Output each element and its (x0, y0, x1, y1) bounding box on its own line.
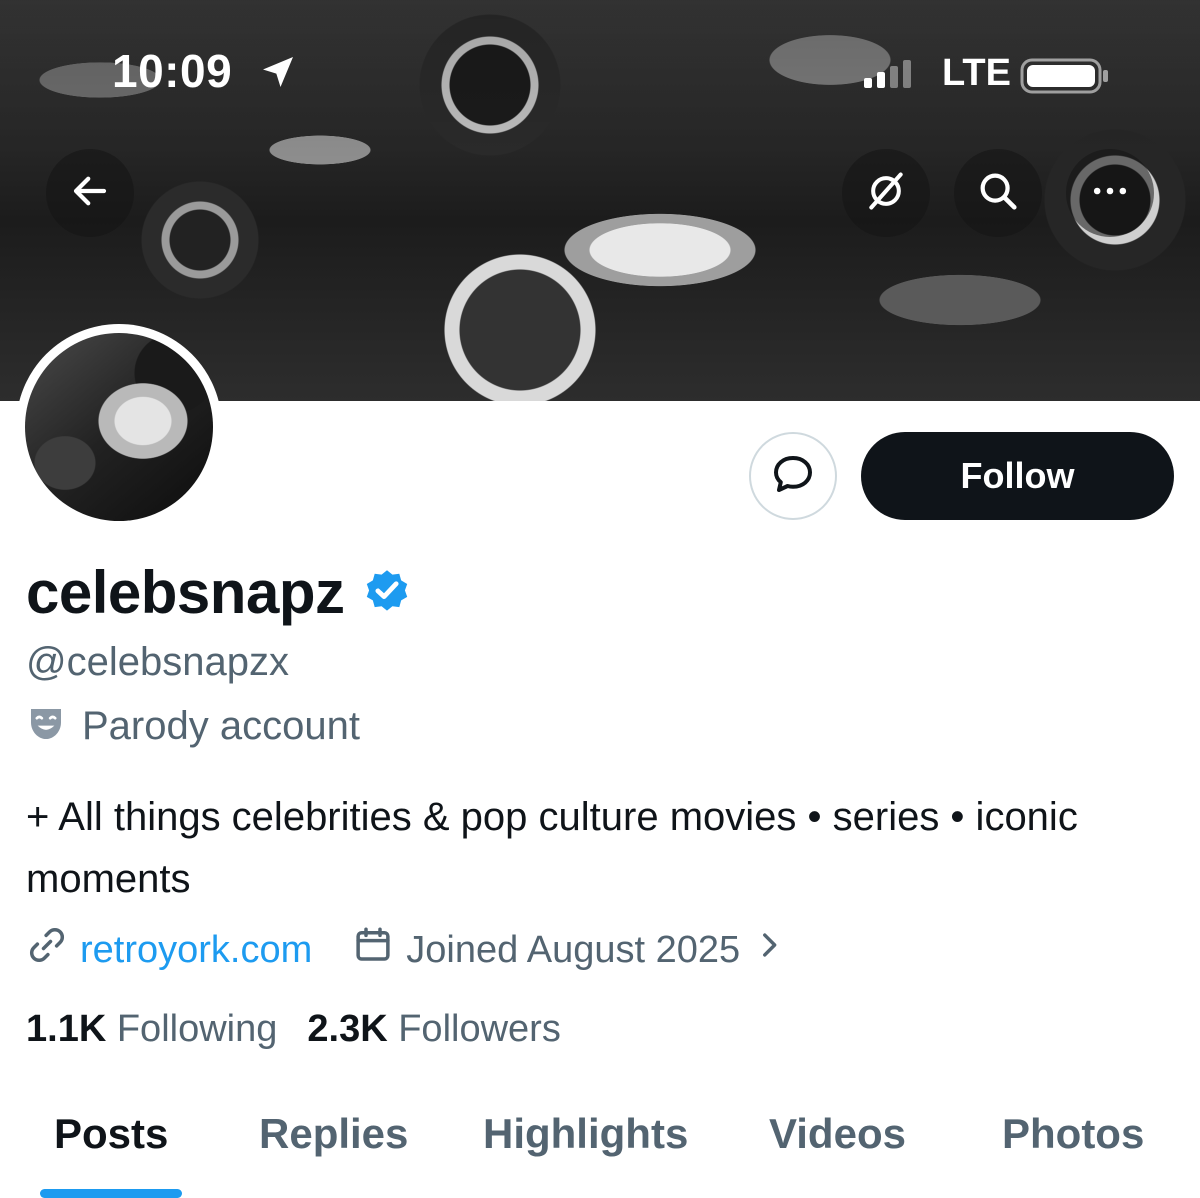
joined-date: Joined August 2025 (406, 928, 741, 971)
grok-icon (864, 169, 908, 218)
verified-badge-icon[interactable] (362, 565, 412, 620)
followers-count: 2.3K (307, 1008, 388, 1050)
tab-replies[interactable]: Replies (259, 1110, 408, 1158)
back-button[interactable] (46, 149, 134, 237)
search-button[interactable] (954, 149, 1042, 237)
chevron-right-icon (752, 928, 786, 972)
joined-item[interactable]: Joined August 2025 (352, 924, 786, 976)
following-count: 1.1K (26, 1008, 107, 1050)
grok-button[interactable] (842, 149, 930, 237)
avatar[interactable] (16, 324, 222, 530)
tab-posts[interactable]: Posts (54, 1110, 168, 1158)
profile-tabs: Posts Replies Highlights Videos Photos (0, 1110, 1200, 1198)
tab-videos[interactable]: Videos (769, 1110, 906, 1158)
website-link[interactable]: retroyork.com (80, 929, 312, 972)
location-arrow-icon (258, 52, 298, 97)
bio: + All things celebrities & pop culture m… (26, 795, 1078, 901)
following-stat[interactable]: 1.1K Following (26, 1008, 277, 1051)
followers-label: Followers (398, 1008, 561, 1050)
more-horizontal-icon (1088, 169, 1132, 218)
message-bubble-icon (769, 450, 817, 503)
avatar-image (25, 333, 213, 521)
profile-meta: retroyork.com Joined August 2025 (26, 924, 786, 976)
following-label: Following (116, 1008, 278, 1050)
website-item[interactable]: retroyork.com (26, 924, 312, 976)
active-tab-indicator (40, 1189, 182, 1198)
more-button[interactable] (1066, 149, 1154, 237)
handle: @celebsnapzx (26, 640, 289, 684)
follow-stats: 1.1K Following 2.3K Followers (26, 1008, 561, 1051)
follow-button[interactable]: Follow (861, 432, 1174, 520)
arrow-left-icon (69, 170, 111, 217)
link-icon (26, 924, 68, 976)
display-name-row: celebsnapz (26, 558, 412, 627)
tab-photos[interactable]: Photos (1002, 1110, 1144, 1158)
parody-label: Parody account (82, 704, 360, 748)
calendar-icon (352, 924, 394, 976)
network-label: LTE (942, 52, 1011, 94)
tab-highlights[interactable]: Highlights (483, 1110, 688, 1158)
followers-stat[interactable]: 2.3K Followers (307, 1008, 560, 1051)
signal-bars-icon (864, 58, 911, 88)
search-icon (975, 168, 1021, 219)
message-button[interactable] (749, 432, 837, 520)
parody-label-row[interactable]: Parody account (26, 704, 360, 749)
status-time: 10:09 (112, 45, 233, 97)
theater-masks-icon (26, 704, 66, 749)
battery-icon (1020, 56, 1110, 101)
display-name: celebsnapz (26, 559, 345, 626)
